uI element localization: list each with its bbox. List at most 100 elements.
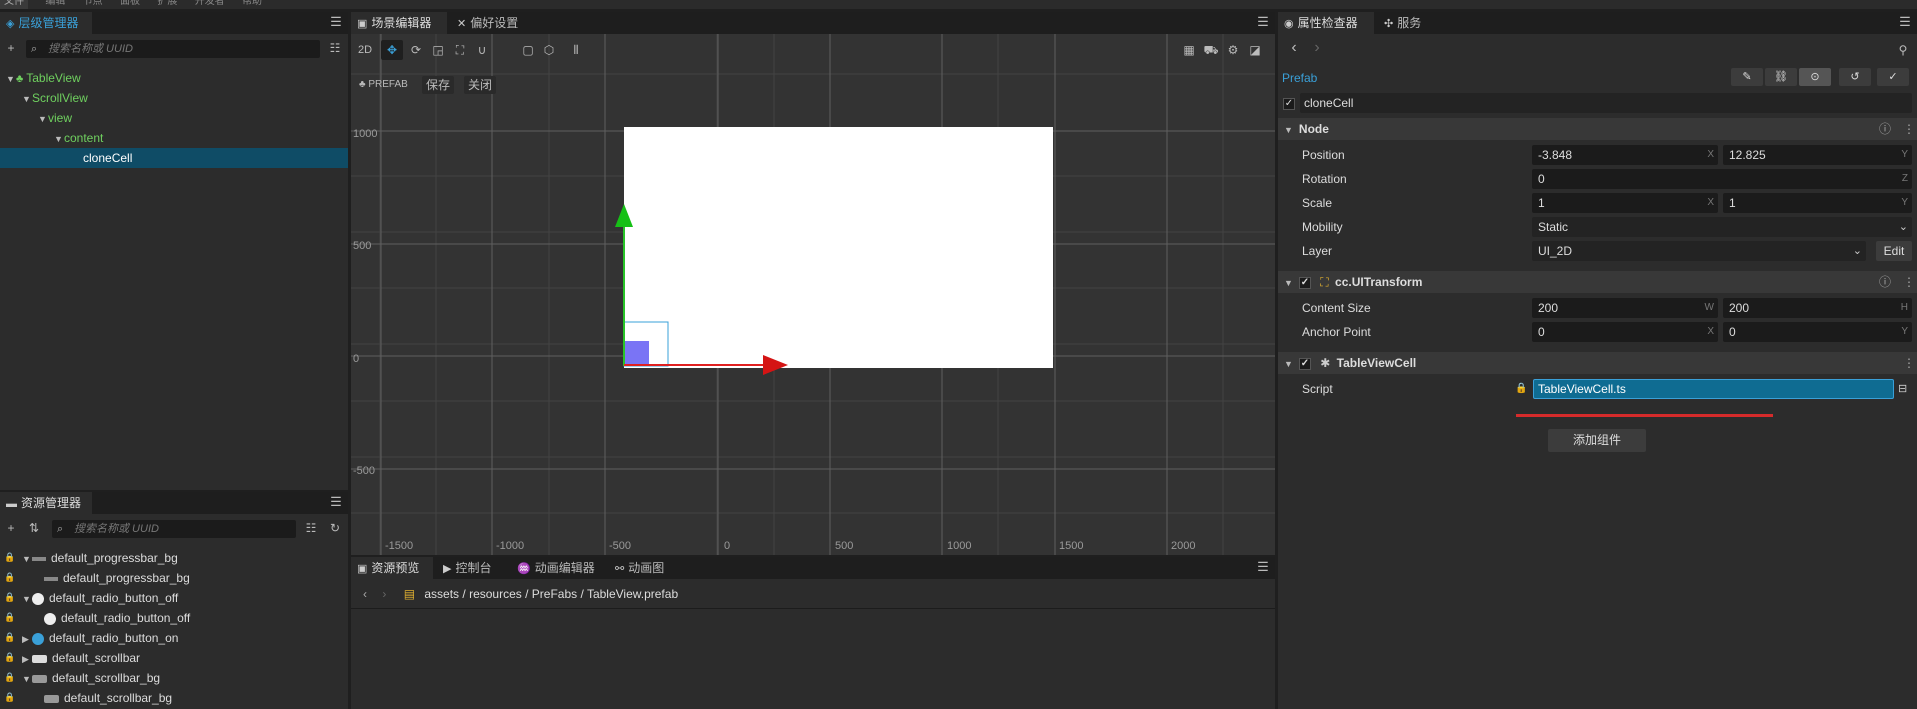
gizmo-visibility-icon[interactable]: ◪ [1247,42,1263,58]
asset-item[interactable]: 🔒 ▼ default_radio_button_off [0,588,348,608]
scale-tool-icon[interactable]: ◲ [430,42,446,58]
chevron-down-icon[interactable]: ▼ [22,89,32,109]
resolution-icon[interactable]: ▦ [1181,42,1197,58]
menu-developer[interactable]: 开发者 [195,0,225,9]
move-tool-icon[interactable]: ✥ [381,40,403,60]
menu-help[interactable]: 帮助 [242,0,262,9]
tree-node-content[interactable]: ▼content [0,128,348,148]
bottom-menu-icon[interactable]: ☰ [1256,560,1270,574]
mode-2d-button[interactable]: 2D [357,42,373,58]
camera-icon[interactable]: ⛟ [1203,42,1219,58]
script-open-icon[interactable]: ⊟ [1898,382,1907,395]
prefab-apply-icon[interactable]: ✓ [1877,68,1909,86]
scene-menu-icon[interactable]: ☰ [1256,15,1270,29]
add-node-icon[interactable]: + [4,40,18,56]
tree-node-tableview[interactable]: ▼♣ TableView [0,68,348,88]
hierarchy-menu-icon[interactable]: ☰ [329,15,343,29]
layer-edit-button[interactable]: Edit [1876,241,1912,261]
chevron-right-icon[interactable]: ▶ [22,629,32,649]
tab-console[interactable]: ▶ 控制台 [437,557,507,579]
rotation-field[interactable]: 0Z [1532,169,1912,189]
chevron-down-icon[interactable]: ▼ [1284,278,1293,288]
asset-item[interactable]: 🔒 ▼ default_scrollbar_bg [0,668,348,688]
menu-file[interactable]: 文件 [0,0,28,9]
tab-animation-editor[interactable]: ♒ 动画编辑器 [511,557,605,579]
local-space-icon[interactable]: ▢ [520,42,536,58]
help-icon[interactable]: ⓘ [1879,118,1891,140]
sort-icon[interactable]: ☷ [328,40,342,56]
assets-search-input[interactable]: ⌕ 搜索名称或 UUID [52,520,296,538]
tab-services[interactable]: ✣ 服务 [1378,12,1438,34]
rect-tool-icon[interactable]: ⛶ [452,42,468,58]
close-prefab-button[interactable]: 关闭 [464,76,496,94]
breadcrumb-item[interactable]: PreFabs [532,587,577,601]
scale-y-field[interactable]: 1Y [1723,193,1912,213]
pin-icon[interactable]: ⚲ [1896,42,1910,58]
menu-node[interactable]: 节点 [83,0,103,9]
node-section-header[interactable]: ▼ Node ⓘ ⋮ [1278,118,1917,140]
chevron-down-icon[interactable]: ▼ [54,129,64,149]
anchor-x-field[interactable]: 0X [1532,322,1718,342]
forward-icon[interactable]: › [382,587,386,601]
chevron-down-icon[interactable]: ▼ [1284,125,1293,135]
position-x-field[interactable]: -3.848 X [1532,145,1718,165]
content-size-height-field[interactable]: 200 H [1723,298,1912,318]
chevron-down-icon[interactable]: ▼ [22,589,32,609]
chevron-down-icon[interactable]: ▼ [1284,359,1293,369]
asset-item[interactable]: 🔒 ▶ default_radio_button_on [0,628,348,648]
script-asset-field[interactable]: TableViewCell.ts [1533,379,1894,399]
scene-viewport[interactable] [351,34,1275,555]
chevron-down-icon[interactable]: ▼ [6,69,16,89]
save-prefab-button[interactable]: 保存 [422,76,454,94]
align-icon[interactable]: ⫴ [567,42,585,58]
tab-animation-graph[interactable]: ⚯ 动画图 [609,557,679,579]
chevron-down-icon[interactable]: ▼ [38,109,48,129]
back-icon[interactable]: ‹ [363,587,367,601]
prefab-revert-icon[interactable]: ↺ [1839,68,1871,86]
anchor-y-field[interactable]: 0Y [1723,322,1912,342]
tab-assets[interactable]: ▬ 资源管理器 [0,492,92,514]
move-gizmo-handle[interactable] [625,341,649,365]
prefab-unlink-icon[interactable]: ⛓ [1765,68,1797,86]
tab-hierarchy[interactable]: ◈ 层级管理器 [0,12,92,34]
mobility-select[interactable]: Static ⌄ [1532,217,1912,237]
more-icon[interactable]: ⋮ [1903,352,1915,374]
add-component-button[interactable]: 添加组件 [1548,429,1646,452]
prefab-locate-icon[interactable]: ⊙ [1799,68,1831,86]
gear-icon[interactable]: ⚙ [1225,42,1241,58]
forward-icon[interactable]: › [1311,40,1323,56]
more-icon[interactable]: ⋮ [1903,118,1915,140]
asset-item[interactable]: 🔒 ▶ default_scrollbar [0,648,348,668]
position-y-field[interactable]: 12.825 Y [1723,145,1912,165]
help-icon[interactable]: ⓘ [1879,271,1891,293]
tab-inspector[interactable]: ◉ 属性检查器 [1278,12,1374,34]
menu-panel[interactable]: 面板 [120,0,140,9]
refresh-icon[interactable]: ↻ [328,520,342,536]
asset-item[interactable]: 🔒 default_progressbar_bg [0,568,348,588]
breadcrumb-item[interactable]: assets [424,587,459,601]
sort-asset-icon[interactable]: ⇅ [26,520,42,536]
breadcrumb-item[interactable]: TableView.prefab [587,587,678,601]
add-asset-icon[interactable]: + [4,520,18,536]
uitransform-enabled-checkbox[interactable]: ✓ [1298,276,1311,289]
content-size-width-field[interactable]: 200 W [1532,298,1718,318]
list-view-icon[interactable]: ☷ [304,520,318,536]
asset-item[interactable]: 🔒 default_radio_button_off [0,608,348,628]
menu-edit[interactable]: 编辑 [45,0,65,9]
prefab-edit-icon[interactable]: ✎ [1731,68,1763,86]
menu-extension[interactable]: 扩展 [157,0,177,9]
chevron-down-icon[interactable]: ▼ [22,669,32,689]
asset-item[interactable]: 🔒 default_scrollbar_bg [0,688,348,708]
assets-menu-icon[interactable]: ☰ [329,495,343,509]
asset-item[interactable]: 🔒 ▼ default_progressbar_bg [0,548,348,568]
tab-asset-preview[interactable]: ▣ 资源预览 [351,557,433,579]
back-icon[interactable]: ‹ [1288,40,1300,56]
tab-scene-editor[interactable]: ▣ 场景编辑器 [351,12,447,34]
chevron-right-icon[interactable]: ▶ [22,649,32,669]
tree-node-clonecell[interactable]: cloneCell [0,148,348,168]
tab-preferences[interactable]: ✕ 偏好设置 [451,12,541,34]
scale-x-field[interactable]: 1X [1532,193,1718,213]
uitransform-section-header[interactable]: ▼ ✓ ⛶ cc.UITransform ⓘ ⋮ [1278,271,1917,293]
inspector-menu-icon[interactable]: ☰ [1898,15,1912,29]
node-name-field[interactable]: cloneCell [1300,93,1912,113]
